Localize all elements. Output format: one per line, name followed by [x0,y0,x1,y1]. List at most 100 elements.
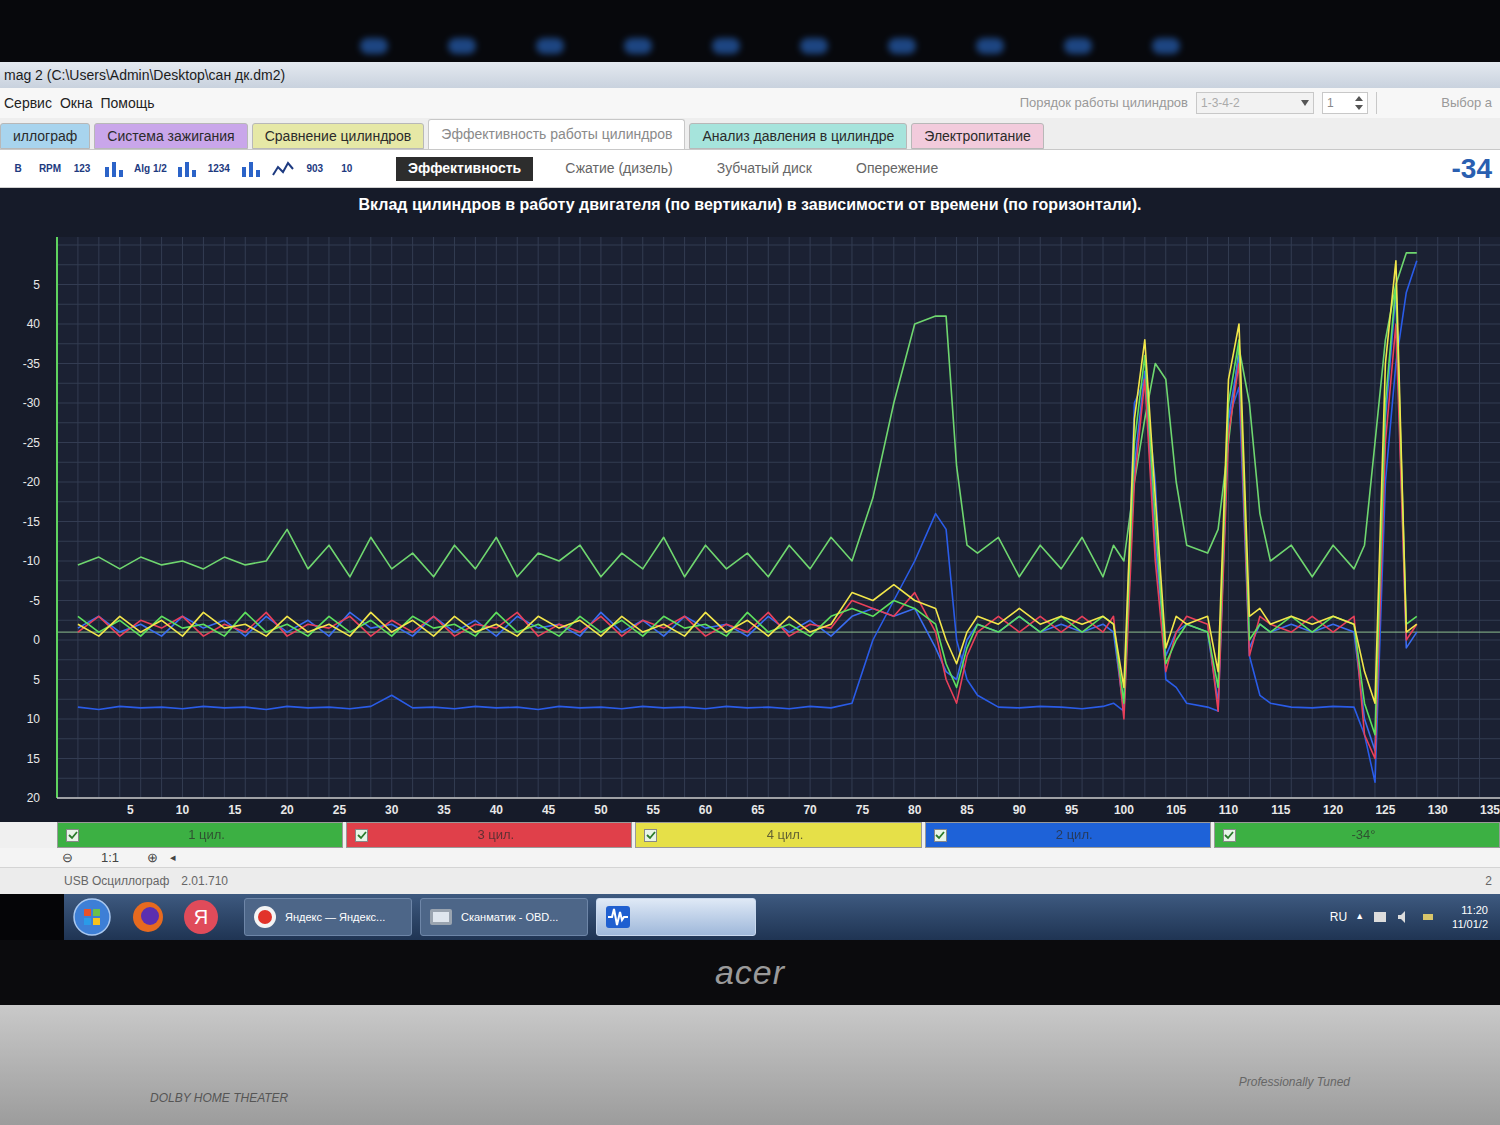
svg-text:65: 65 [751,803,765,817]
taskbar-task[interactable]: Яндекс — Яндекс... [244,898,412,936]
legend-item[interactable]: 3 цил. [346,822,632,848]
toolbar-button[interactable] [237,155,265,183]
legend-item[interactable]: -34° [1214,822,1500,848]
dropdown-arrow-icon [1301,100,1309,106]
audio-badge: DOLBY HOME THEATER [150,1089,288,1107]
yandex-browser-icon [253,905,277,929]
tab[interactable]: Анализ давления в цилиндре [689,123,907,149]
toolbar-button[interactable]: Alg 1/2 [132,155,169,183]
title-bar: mag 2 (C:\Users\Admin\Desktop\сан дк.dm2… [0,62,1500,88]
toolbar-button[interactable]: 123 [68,155,96,183]
svg-text:85: 85 [960,803,974,817]
network-icon[interactable] [1372,909,1388,925]
toolbar-button[interactable] [173,155,201,183]
svg-text:100: 100 [1114,803,1134,817]
scanmatik-icon [429,906,453,928]
start-button-icon[interactable] [72,897,112,937]
check-icon [357,830,367,840]
tool-icon [240,159,262,179]
zoom-row: ⊖ 1:1 ⊕ ◂ [0,848,1500,868]
menu-item[interactable]: Помощь [101,93,155,114]
yandex-pinned[interactable]: Я [184,900,218,934]
svg-text:55: 55 [647,803,661,817]
check-icon [935,830,945,840]
zoom-in-button[interactable]: ⊕ [147,848,158,868]
svg-text:40: 40 [490,803,504,817]
blurred-icon [536,38,564,54]
blurred-icon [976,38,1004,54]
efficiency-chart: 540-35-30-25-20-15-10-505101520510152025… [0,222,1500,822]
toolbar-button[interactable]: 10 [333,155,361,183]
cylinder-spinner[interactable]: 1 [1322,92,1368,114]
blurred-icon [712,38,740,54]
svg-text:20: 20 [27,791,41,805]
svg-text:0: 0 [33,633,40,647]
cylinder-order-select[interactable]: 1-3-4-2 [1196,92,1314,114]
advance-reading: -34 [1452,148,1496,190]
legend-checkbox[interactable] [1223,829,1236,842]
tab[interactable]: Электропитание [911,123,1044,149]
language-indicator[interactable]: RU [1330,908,1347,926]
blurred-icon [888,38,916,54]
laptop-bezel: acer DOLBY HOME THEATER Professionally Tun… [0,940,1500,1125]
legend-item[interactable]: 4 цил. [635,822,921,848]
svg-text:15: 15 [228,803,242,817]
mode-tab[interactable]: Эффективность [396,157,533,181]
tab[interactable]: Эффективность работы цилиндров [428,119,685,149]
svg-text:15: 15 [27,752,41,766]
mode-tab[interactable]: Зубчатый диск [705,157,824,181]
svg-text:125: 125 [1375,803,1395,817]
toolbar-button[interactable]: 903 [301,155,329,183]
svg-text:80: 80 [908,803,922,817]
taskbar-task[interactable] [596,898,756,936]
scroll-left-button[interactable]: ◂ [170,849,176,866]
menu-item[interactable]: Окна [60,93,93,114]
legend-checkbox[interactable] [355,829,368,842]
svg-text:95: 95 [1065,803,1079,817]
blurred-icon [1152,38,1180,54]
toolbar-button[interactable] [269,155,297,183]
tool-icon [103,159,125,179]
oscillograph-icon [605,905,631,929]
mode-tab[interactable]: Сжатие (дизель) [553,157,685,181]
legend-item[interactable]: 2 цил. [925,822,1211,848]
toolbar-button[interactable]: B [4,155,32,183]
mode-tab[interactable]: Опережение [844,157,950,181]
power-icon[interactable] [1420,909,1436,925]
taskbar-task[interactable]: Сканматик - OBD... [420,898,588,936]
svg-text:35: 35 [437,803,451,817]
tab[interactable]: иллограф [0,123,90,149]
svg-text:45: 45 [542,803,556,817]
zoom-out-button[interactable]: ⊖ [62,848,73,868]
menu-item[interactable]: Сервис [4,93,52,114]
legend-item[interactable]: 1 цил. [57,822,343,848]
brand-logo: acer [715,947,785,998]
zoom-ratio: 1:1 [85,848,135,868]
svg-text:120: 120 [1323,803,1343,817]
check-icon [1224,830,1234,840]
audio-tagline: Professionally Tuned [1239,1073,1350,1091]
svg-text:5: 5 [33,278,40,292]
volume-icon[interactable] [1396,909,1412,925]
window-title: mag 2 (C:\Users\Admin\Desktop\сан дк.dm2… [4,65,285,86]
series-line [78,253,1417,577]
toolbar-button[interactable]: 1234 [205,155,233,183]
tool-icon [176,159,198,179]
cylinder-order-label: Порядок работы цилиндров [1020,93,1188,113]
toolbar-button[interactable]: RPM [36,155,64,183]
svg-text:70: 70 [803,803,817,817]
legend-checkbox[interactable] [66,829,79,842]
firefox-icon[interactable] [131,900,165,934]
toolbar-button[interactable] [100,155,128,183]
tab[interactable]: Система зажигания [94,123,247,149]
series-line [78,285,1417,735]
svg-text:-25: -25 [23,436,41,450]
legend-checkbox[interactable] [934,829,947,842]
svg-text:50: 50 [594,803,608,817]
legend-checkbox[interactable] [644,829,657,842]
svg-text:75: 75 [856,803,870,817]
svg-text:25: 25 [333,803,347,817]
tray-arrow[interactable]: ▲ [1355,910,1364,924]
tab[interactable]: Сравнение цилиндров [252,123,425,149]
series-line [78,261,1417,703]
